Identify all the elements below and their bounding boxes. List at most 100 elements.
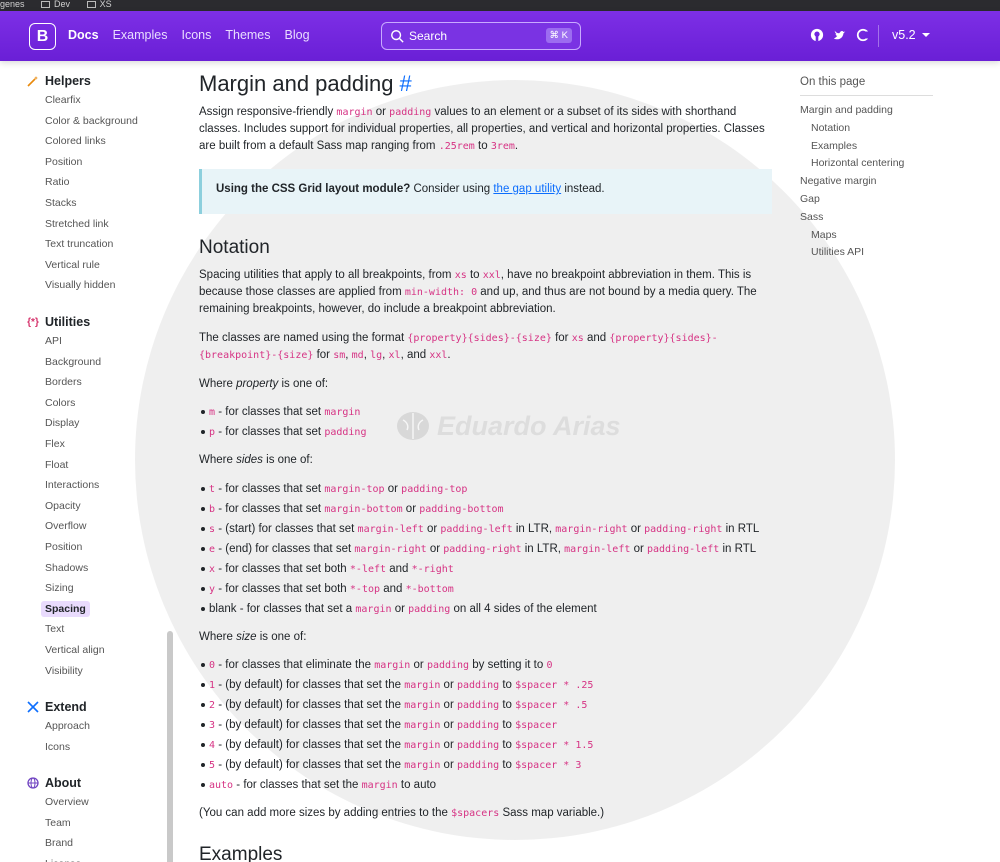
sidebar-item-background[interactable]: Background <box>27 352 167 373</box>
size-intro: Where size is one of: <box>199 631 307 643</box>
sidebar-group-about: About Overview Team Brand License <box>27 774 167 862</box>
list-item: y - for classes that set both *-top and … <box>201 583 454 595</box>
nav-link-themes[interactable]: Themes <box>225 28 270 42</box>
list-item: b - for classes that set margin-bottom o… <box>201 503 504 515</box>
sidebar-group-title: Helpers <box>45 74 91 88</box>
sidebar-item-float[interactable]: Float <box>27 455 167 476</box>
sidebar-scrollbar[interactable] <box>167 631 173 862</box>
search-shortcut-badge: ⌘ K <box>545 28 572 43</box>
sidebar-item-vertical-rule[interactable]: Vertical rule <box>27 255 167 276</box>
toc-link-horizontal-centering[interactable]: Horizontal centering <box>800 155 990 173</box>
sidebar-item-color-background[interactable]: Color & background <box>27 111 167 132</box>
toc-link-examples[interactable]: Examples <box>800 138 990 156</box>
sidebar-item-brand[interactable]: Brand <box>27 833 167 854</box>
toc-link-sass[interactable]: Sass <box>800 209 990 227</box>
bookmark-item[interactable]: genes <box>0 0 25 9</box>
sidebar-item-borders[interactable]: Borders <box>27 372 167 393</box>
sidebar-group-extend: Extend Approach Icons <box>27 698 167 757</box>
nav-link-examples[interactable]: Examples <box>113 28 168 42</box>
chevron-down-icon <box>921 33 930 37</box>
gap-utility-link[interactable]: the gap utility <box>493 183 561 195</box>
sidebar-item-overview[interactable]: Overview <box>27 792 167 813</box>
sidebar-item-position[interactable]: Position <box>27 152 167 173</box>
os-bookmarks-bar: genes Dev XS <box>0 0 1000 11</box>
bookmark-item[interactable]: XS <box>86 0 112 9</box>
list-item: 5 - (by default) for classes that set th… <box>200 759 582 771</box>
sizes-note: (You can add more sizes by adding entrie… <box>199 807 605 819</box>
sides-intro: Where sides is one of: <box>199 454 313 466</box>
sidebar-item-colors[interactable]: Colors <box>27 393 167 414</box>
search-button[interactable]: Search ⌘ K <box>381 22 581 50</box>
sidebar-item-colored-links[interactable]: Colored links <box>27 131 167 152</box>
section-heading-examples: Examples <box>199 844 283 862</box>
sidebar-item-vertical-align[interactable]: Vertical align <box>27 640 167 661</box>
sidebar-item-position[interactable]: Position <box>27 537 167 558</box>
opencollective-icon[interactable] <box>856 28 870 42</box>
toc-link-utilities-api[interactable]: Utilities API <box>800 244 990 262</box>
sidebar-item-stacks[interactable]: Stacks <box>27 193 167 214</box>
list-item: m - for classes that set margin <box>200 406 361 418</box>
twitter-icon[interactable] <box>833 28 847 42</box>
heading-anchor-link[interactable]: # <box>399 71 411 96</box>
watermark: Eduardo Arias <box>395 408 621 444</box>
list-item: 2 - (by default) for classes that set th… <box>200 699 588 711</box>
navbar-divider <box>878 25 879 47</box>
list-item: t - for classes that set margin-top or p… <box>200 483 468 495</box>
list-item: p - for classes that set padding <box>200 426 367 438</box>
sidebar-item-interactions[interactable]: Interactions <box>27 475 167 496</box>
sidebar-item-sizing[interactable]: Sizing <box>27 578 167 599</box>
nav-link-docs[interactable]: Docs <box>68 28 99 42</box>
list-item: 4 - (by default) for classes that set th… <box>200 739 594 751</box>
sidebar-item-approach[interactable]: Approach <box>27 716 167 737</box>
bootstrap-logo[interactable]: B <box>29 23 56 50</box>
sidebar-item-team[interactable]: Team <box>27 813 167 834</box>
toc-divider <box>800 95 933 96</box>
list-item: s - (start) for classes that set margin-… <box>200 523 760 535</box>
list-item: auto - for classes that set the margin t… <box>200 779 437 791</box>
toc-link-gap[interactable]: Gap <box>800 191 990 209</box>
list-item: 1 - (by default) for classes that set th… <box>200 679 594 691</box>
version-dropdown[interactable]: v5.2 <box>892 28 930 42</box>
sidebar-item-api[interactable]: API <box>27 331 167 352</box>
nav-links: Docs Examples Icons Themes Blog <box>68 28 310 42</box>
sidebar-item-display[interactable]: Display <box>27 413 167 434</box>
sidebar-item-visually-hidden[interactable]: Visually hidden <box>27 275 167 296</box>
toc-link-negative-margin[interactable]: Negative margin <box>800 173 990 191</box>
sidebar-item-clearfix[interactable]: Clearfix <box>27 90 167 111</box>
github-icon[interactable] <box>810 28 824 42</box>
main-content: Margin and padding # Assign responsive-fr… <box>199 61 774 862</box>
brain-logo-icon <box>397 412 429 440</box>
sidebar-item-shadows[interactable]: Shadows <box>27 558 167 579</box>
nav-link-icons[interactable]: Icons <box>181 28 211 42</box>
section-heading-notation: Notation <box>199 237 270 258</box>
info-callout: Using the CSS Grid layout module? Consid… <box>199 169 772 214</box>
toc-link-margin-and-padding[interactable]: Margin and padding <box>800 102 990 120</box>
sidebar-item-visibility[interactable]: Visibility <box>27 661 167 682</box>
sidebar-item-overflow[interactable]: Overflow <box>27 516 167 537</box>
list-item: blank - for classes that set a margin or… <box>201 603 597 615</box>
sidebar-item-stretched-link[interactable]: Stretched link <box>27 214 167 235</box>
sidebar-item-opacity[interactable]: Opacity <box>27 496 167 517</box>
bookmark-item[interactable]: Dev <box>41 0 70 9</box>
sidebar-group-title: Utilities <box>45 315 91 329</box>
sidebar-group-title: Extend <box>45 700 87 714</box>
nav-link-blog[interactable]: Blog <box>285 28 310 42</box>
sidebar-item-text[interactable]: Text <box>27 619 167 640</box>
sidebar-item-text-truncation[interactable]: Text truncation <box>27 234 167 255</box>
list-item: x - for classes that set both *-left and… <box>201 563 454 575</box>
sidebar-item-icons[interactable]: Icons <box>27 737 167 758</box>
sidebar-item-spacing[interactable]: Spacing <box>27 599 167 620</box>
property-intro: Where property is one of: <box>199 378 329 390</box>
toc-link-notation[interactable]: Notation <box>800 120 990 138</box>
page-title: Margin and padding # <box>199 71 412 96</box>
toc-link-maps[interactable]: Maps <box>800 227 990 245</box>
sidebar-item-license[interactable]: License <box>27 854 167 862</box>
sidebar-item-ratio[interactable]: Ratio <box>27 172 167 193</box>
sidebar-item-flex[interactable]: Flex <box>27 434 167 455</box>
braces-asterisk-icon: {*} <box>27 316 39 328</box>
notation-paragraph: Spacing utilities that apply to all brea… <box>199 269 757 315</box>
tools-icon <box>27 701 39 713</box>
format-paragraph: The classes are named using the format {… <box>199 332 718 361</box>
sidebar-group-helpers: Helpers Clearfix Color & background Colo… <box>27 72 167 296</box>
globe-icon <box>27 777 39 789</box>
